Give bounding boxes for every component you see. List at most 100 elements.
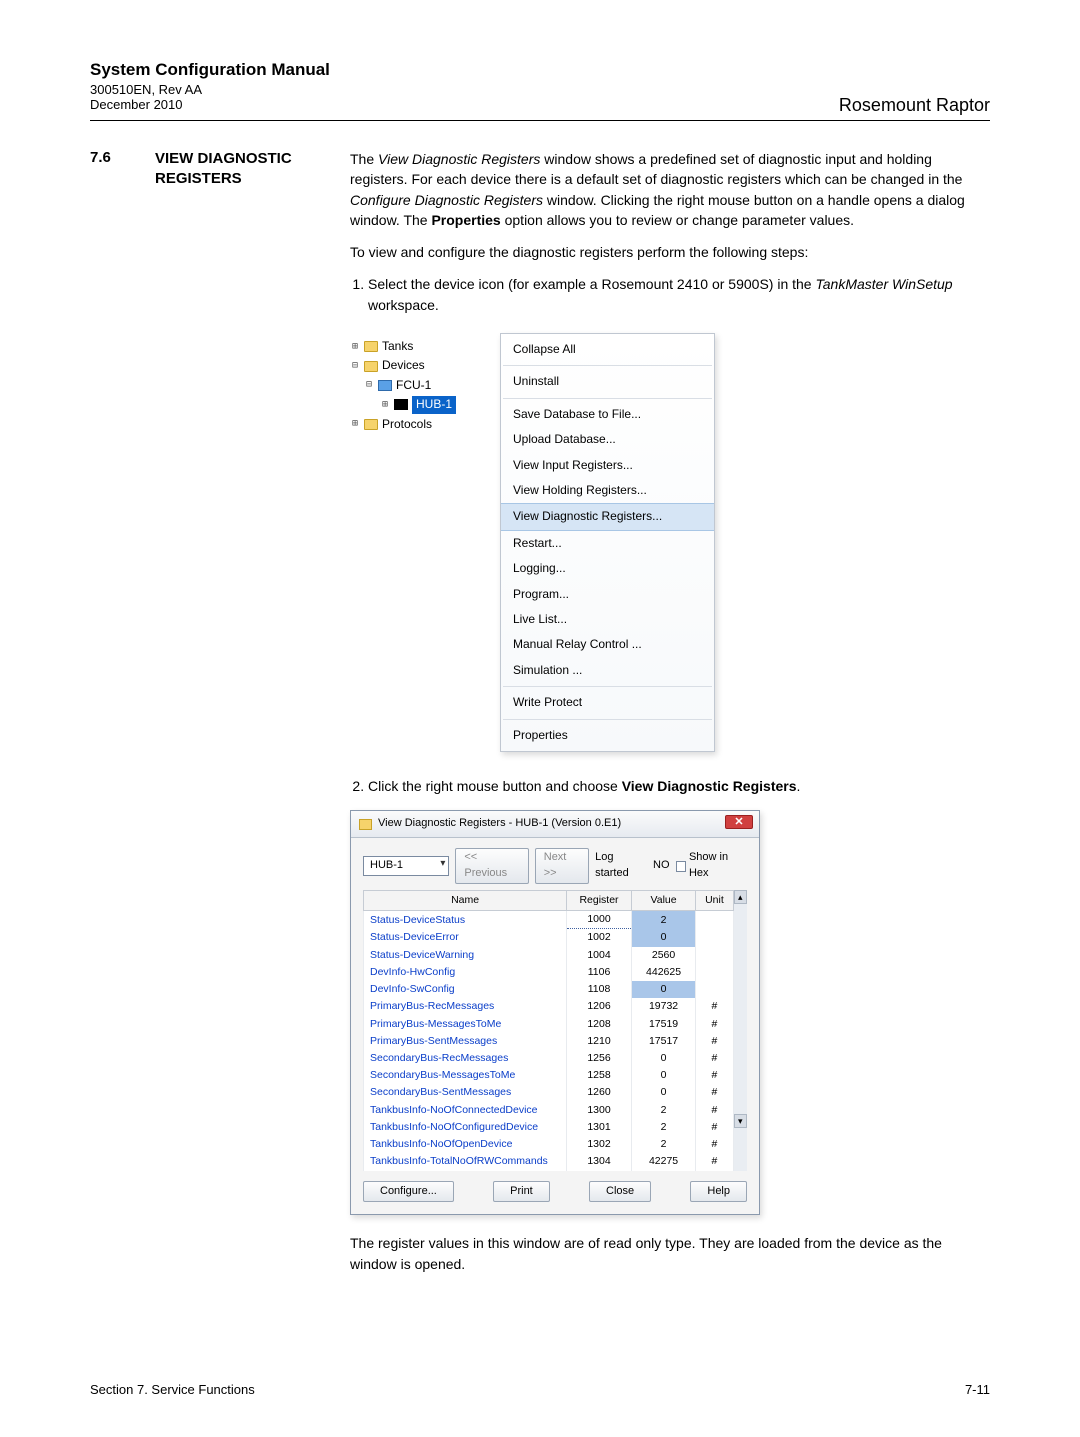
ctx-view-diagnostic-reg[interactable]: View Diagnostic Registers... [501, 503, 714, 530]
ctx-view-holding-reg[interactable]: View Holding Registers... [501, 478, 714, 503]
text: option allows you to review or change pa… [501, 212, 854, 228]
table-row[interactable]: PrimaryBus-MessagesToMe120817519# [364, 1016, 734, 1033]
cell-unit: # [696, 1136, 733, 1153]
ctx-separator [503, 365, 712, 366]
cell-unit [696, 929, 733, 947]
expand-icon[interactable]: ⊞ [350, 340, 360, 355]
table-row[interactable]: SecondaryBus-SentMessages12600# [364, 1084, 734, 1101]
table-row[interactable]: Status-DeviceError10020 [364, 929, 734, 947]
table-row[interactable]: Status-DeviceWarning10042560 [364, 947, 734, 964]
table-row[interactable]: TankbusInfo-NoOfConfiguredDevice13012# [364, 1119, 734, 1136]
table-row[interactable]: TankbusInfo-NoOfOpenDevice13022# [364, 1136, 734, 1153]
tree-label: Tanks [382, 338, 413, 355]
cell-value: 442625 [631, 964, 696, 981]
help-button[interactable]: Help [690, 1181, 747, 1203]
collapse-icon[interactable]: ⊟ [364, 378, 374, 393]
col-register[interactable]: Register [567, 891, 632, 911]
ctx-live-list[interactable]: Live List... [501, 607, 714, 632]
table-row[interactable]: PrimaryBus-RecMessages120619732# [364, 998, 734, 1015]
tree-item-fcu[interactable]: ⊟ FCU-1 [350, 376, 500, 395]
cell-name: PrimaryBus-MessagesToMe [364, 1016, 567, 1033]
ctx-properties[interactable]: Properties [501, 723, 714, 748]
dialog-titlebar[interactable]: View Diagnostic Registers - HUB-1 (Versi… [351, 811, 759, 838]
section-number: 7.6 [90, 149, 125, 1286]
folder-icon [359, 819, 372, 830]
cell-register: 1206 [567, 998, 632, 1015]
tree-item-devices[interactable]: ⊟ Devices [350, 356, 500, 375]
text-italic: TankMaster WinSetup [815, 276, 952, 292]
cell-register: 1002 [567, 929, 632, 947]
cell-unit: # [696, 1067, 733, 1084]
cell-register: 1302 [567, 1136, 632, 1153]
text-italic: Configure Diagnostic Registers [350, 192, 543, 208]
cell-register: 1208 [567, 1016, 632, 1033]
cell-name: Status-DeviceWarning [364, 947, 567, 964]
para-2: To view and configure the diagnostic reg… [350, 242, 990, 262]
show-hex-checkbox[interactable]: Show in Hex [676, 850, 747, 882]
cell-name: DevInfo-HwConfig [364, 964, 567, 981]
ctx-save-db[interactable]: Save Database to File... [501, 402, 714, 427]
table-row[interactable]: TankbusInfo-NoOfConnectedDevice13002# [364, 1102, 734, 1119]
scrollbar[interactable]: ▴ ▾ [734, 890, 748, 1171]
ctx-upload-db[interactable]: Upload Database... [501, 427, 714, 452]
doc-title: System Configuration Manual [90, 60, 990, 80]
table-row[interactable]: PrimaryBus-SentMessages121017517# [364, 1033, 734, 1050]
cell-name: SecondaryBus-RecMessages [364, 1050, 567, 1067]
ctx-separator [503, 686, 712, 687]
collapse-icon[interactable]: ⊟ [350, 359, 360, 374]
table-row[interactable]: SecondaryBus-MessagesToMe12580# [364, 1067, 734, 1084]
cell-name: TankbusInfo-NoOfConnectedDevice [364, 1102, 567, 1119]
cell-value: 2 [631, 911, 696, 929]
cell-value: 42275 [631, 1153, 696, 1170]
print-button[interactable]: Print [493, 1181, 550, 1203]
footer-right: 7-11 [965, 1382, 990, 1397]
device-select[interactable]: HUB-1 [363, 856, 449, 876]
scroll-up-icon[interactable]: ▴ [734, 890, 748, 904]
text: Click the right mouse button and choose [368, 778, 622, 794]
table-row[interactable]: DevInfo-HwConfig1106442625 [364, 964, 734, 981]
cell-register: 1256 [567, 1050, 632, 1067]
cell-name: DevInfo-SwConfig [364, 981, 567, 998]
configure-button[interactable]: Configure... [363, 1181, 454, 1203]
expand-icon[interactable]: ⊞ [350, 417, 360, 432]
device-icon [378, 380, 392, 391]
table-row[interactable]: SecondaryBus-RecMessages12560# [364, 1050, 734, 1067]
ctx-restart[interactable]: Restart... [501, 531, 714, 556]
cell-unit [696, 911, 733, 929]
ctx-program[interactable]: Program... [501, 582, 714, 607]
cell-value: 2 [631, 1136, 696, 1153]
ctx-view-input-reg[interactable]: View Input Registers... [501, 453, 714, 478]
diagnostic-dialog: View Diagnostic Registers - HUB-1 (Versi… [350, 810, 760, 1215]
col-value[interactable]: Value [631, 891, 696, 911]
tree-item-protocols[interactable]: ⊞ Protocols [350, 415, 500, 434]
ctx-logging[interactable]: Logging... [501, 556, 714, 581]
cell-unit: # [696, 1102, 733, 1119]
table-row[interactable]: DevInfo-SwConfig11080 [364, 981, 734, 998]
cell-value: 0 [631, 1084, 696, 1101]
tree-item-hub[interactable]: ⊞ HUB-1 [350, 395, 500, 414]
table-row[interactable]: Status-DeviceStatus10002 [364, 911, 734, 929]
cell-value: 19732 [631, 998, 696, 1015]
prev-button[interactable]: << Previous [455, 848, 528, 884]
col-unit[interactable]: Unit [696, 891, 733, 911]
ctx-write-protect[interactable]: Write Protect [501, 690, 714, 715]
close-button[interactable]: Close [589, 1181, 651, 1203]
tree-item-tanks[interactable]: ⊞ Tanks [350, 337, 500, 356]
ctx-simulation[interactable]: Simulation ... [501, 658, 714, 683]
next-button[interactable]: Next >> [535, 848, 589, 884]
ctx-uninstall[interactable]: Uninstall [501, 369, 714, 394]
table-row[interactable]: TankbusInfo-TotalNoOfRWCommands130442275… [364, 1153, 734, 1170]
cell-unit: # [696, 1153, 733, 1170]
checkbox-icon [676, 861, 686, 872]
cell-unit: # [696, 1033, 733, 1050]
cell-register: 1304 [567, 1153, 632, 1170]
cell-name: SecondaryBus-MessagesToMe [364, 1067, 567, 1084]
expand-icon[interactable]: ⊞ [380, 398, 390, 413]
col-name[interactable]: Name [364, 891, 567, 911]
cell-name: SecondaryBus-SentMessages [364, 1084, 567, 1101]
ctx-manual-relay[interactable]: Manual Relay Control ... [501, 632, 714, 657]
scroll-down-icon[interactable]: ▾ [734, 1114, 748, 1128]
close-button[interactable]: ✕ [725, 815, 753, 829]
ctx-collapse-all[interactable]: Collapse All [501, 337, 714, 362]
cell-name: Status-DeviceError [364, 929, 567, 947]
